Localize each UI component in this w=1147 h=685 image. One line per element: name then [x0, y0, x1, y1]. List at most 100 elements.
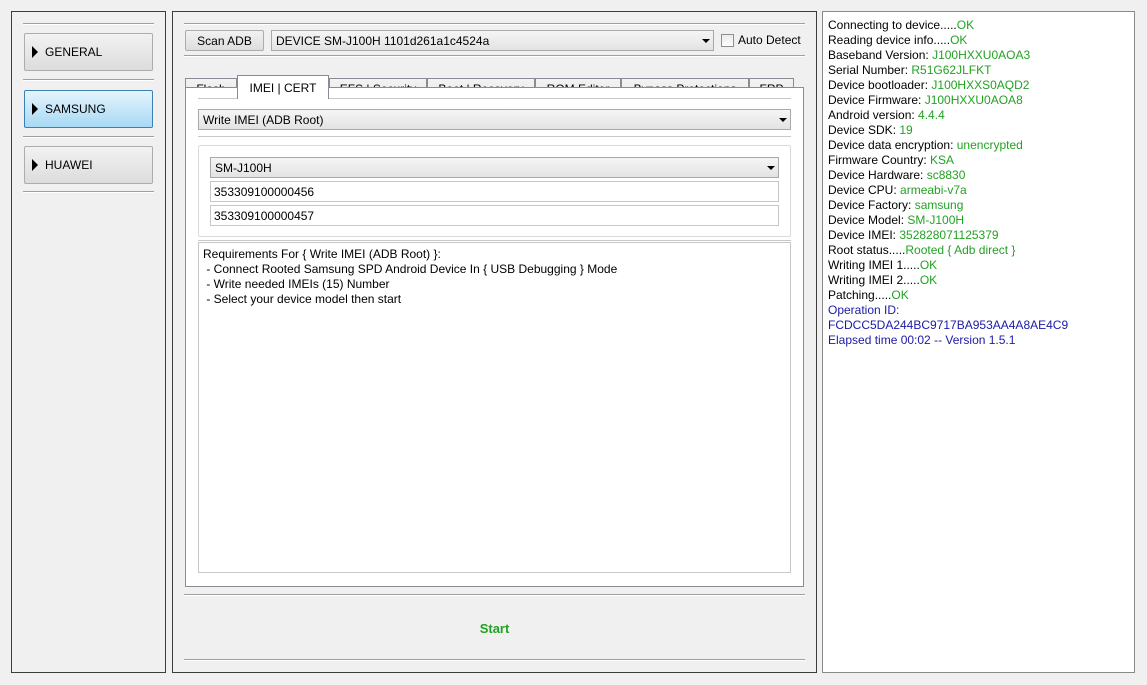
operation-select-value: Write IMEI (ADB Root) — [203, 112, 324, 127]
requirements-line: - Select your device model then start — [203, 292, 402, 306]
log-value: J100HXXU0AOA3 — [932, 48, 1031, 62]
log-line: Elapsed time 00:02 -- Version 1.5.1 — [828, 333, 1129, 348]
separator — [184, 23, 805, 25]
log-label: Connecting to device..... — [828, 18, 957, 32]
vendor-button-general[interactable]: GENERAL — [24, 33, 153, 71]
log-value: 19 — [899, 123, 913, 137]
log-line: Device IMEI: 352828071125379 — [828, 228, 1129, 243]
log-line: Writing IMEI 1.....OK — [828, 258, 1129, 273]
imei2-input[interactable]: 353309100000457 — [210, 205, 779, 226]
log-value: FCDCC5DA244BC9717BA953AA4A8AE4C9 — [828, 318, 1069, 332]
log-line: Device bootloader: J100HXXS0AQD2 — [828, 78, 1129, 93]
imei-cert-tab-page: Write IMEI (ADB Root) SM-J100H 353309100… — [185, 87, 804, 587]
tab-label: IMEI | CERT — [249, 80, 317, 95]
log-value: OK — [919, 258, 938, 272]
log-line: Android version: 4.4.4 — [828, 108, 1129, 123]
log-line: Device SDK: 19 — [828, 123, 1129, 138]
log-line: Serial Number: R51G62JLFKT — [828, 63, 1129, 78]
device-select[interactable]: DEVICE SM-J100H 1101d261a1c4524a — [271, 30, 714, 51]
play-arrow-icon — [32, 46, 38, 58]
log-label: Baseband Version: — [828, 48, 933, 62]
main-panel: Scan ADB DEVICE SM-J100H 1101d261a1c4524… — [172, 11, 817, 673]
log-output[interactable]: Connecting to device.....OK Reading devic… — [822, 11, 1135, 673]
log-line: Device Factory: samsung — [828, 198, 1129, 213]
log-label: Firmware Country: — [828, 153, 931, 167]
log-label: Writing IMEI 2..... — [828, 273, 920, 287]
log-label: Device bootloader: — [828, 78, 932, 92]
log-value: J100HXXS0AQD2 — [931, 78, 1030, 92]
log-value: KSA — [930, 153, 955, 167]
log-value: armeabi-v7a — [900, 183, 967, 197]
log-line: Device Hardware: sc8830 — [828, 168, 1129, 183]
separator — [184, 55, 805, 57]
log-value: Rooted { Adb direct } — [905, 243, 1016, 257]
log-line: Reading device info.....OK — [828, 33, 1129, 48]
log-value: unencrypted — [956, 138, 1023, 152]
separator — [23, 23, 154, 25]
log-label: Device Firmware: — [828, 93, 925, 107]
log-value: OK — [891, 288, 909, 302]
log-value: samsung — [914, 198, 964, 212]
log-value: SM-J100H — [907, 213, 965, 227]
log-label: Patching..... — [828, 288, 892, 302]
log-label: Device SDK: — [828, 123, 900, 137]
log-line: FCDCC5DA244BC9717BA953AA4A8AE4C9 — [828, 318, 1129, 333]
log-value: 4.4.4 — [918, 108, 945, 122]
scan-adb-label: Scan ADB — [197, 33, 252, 48]
imei1-value: 353309100000456 — [214, 184, 315, 199]
vendor-button-huawei[interactable]: HUAWEI — [24, 146, 153, 184]
log-value: J100HXXU0AOA8 — [924, 93, 1023, 107]
log-value: Operation ID: — [828, 303, 900, 317]
log-line: Patching.....OK — [828, 288, 1129, 303]
log-label: Android version: — [828, 108, 919, 122]
log-lines: Connecting to device.....OK Reading devic… — [828, 18, 1129, 348]
log-label: Writing IMEI 1..... — [828, 258, 920, 272]
log-value: OK — [956, 18, 975, 32]
play-arrow-icon — [32, 159, 38, 171]
requirements-line: - Write needed IMEIs (15) Number — [203, 277, 390, 291]
log-label: Device Factory: — [828, 198, 915, 212]
log-label: Serial Number: — [828, 63, 912, 77]
log-line: Root status.....Rooted { Adb direct } — [828, 243, 1129, 258]
requirements-textbox[interactable]: Requirements For { Write IMEI (ADB Root)… — [198, 242, 791, 573]
chevron-down-icon — [764, 165, 778, 170]
vendor-button-label: SAMSUNG — [45, 102, 106, 116]
requirements-line: - Connect Rooted Samsung SPD Android Dev… — [203, 262, 618, 276]
imei-input-group: SM-J100H 353309100000456 353309100000457 — [198, 145, 791, 237]
scan-adb-button[interactable]: Scan ADB — [185, 30, 264, 51]
imei1-input[interactable]: 353309100000456 — [210, 181, 779, 202]
log-label: Device Model: — [828, 213, 908, 227]
log-line: Device Firmware: J100HXXU0AOA8 — [828, 93, 1129, 108]
log-label: Root status..... — [828, 243, 906, 257]
log-label: Reading device info..... — [828, 33, 951, 47]
log-line: Operation ID: — [828, 303, 1129, 318]
vendor-button-label: HUAWEI — [45, 158, 93, 172]
operation-select[interactable]: Write IMEI (ADB Root) — [198, 109, 791, 130]
log-value: sc8830 — [926, 168, 966, 182]
vendor-button-samsung[interactable]: SAMSUNG — [24, 90, 153, 128]
model-select-value: SM-J100H — [215, 160, 272, 175]
separator — [184, 594, 805, 596]
play-arrow-icon — [32, 103, 38, 115]
log-value: OK — [950, 33, 968, 47]
vendor-button-label: GENERAL — [45, 45, 103, 59]
log-line: Baseband Version: J100HXXU0AOA3 — [828, 48, 1129, 63]
log-label: Device Hardware: — [828, 168, 927, 182]
log-value: OK — [919, 273, 938, 287]
log-line: Connecting to device.....OK — [828, 18, 1129, 33]
tab-imei-cert[interactable]: IMEI | CERT — [237, 75, 329, 99]
log-line: Firmware Country: KSA — [828, 153, 1129, 168]
log-value: 352828071125379 — [899, 228, 999, 242]
model-select[interactable]: SM-J100H — [210, 157, 779, 178]
auto-detect-checkbox[interactable] — [721, 34, 734, 47]
auto-detect-label: Auto Detect — [738, 33, 801, 47]
imei2-value: 353309100000457 — [214, 208, 315, 223]
start-button[interactable]: Start — [173, 621, 816, 636]
device-select-value: DEVICE SM-J100H 1101d261a1c4524a — [276, 33, 490, 48]
log-line: Device Model: SM-J100H — [828, 213, 1129, 228]
log-line: Writing IMEI 2.....OK — [828, 273, 1129, 288]
log-value: R51G62JLFKT — [911, 63, 992, 77]
separator — [23, 191, 154, 193]
separator — [23, 79, 154, 81]
log-label: Device IMEI: — [828, 228, 900, 242]
